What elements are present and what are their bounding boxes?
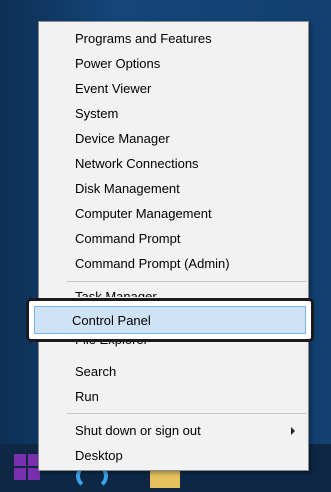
menu-separator	[67, 413, 307, 414]
menu-item-event-viewer[interactable]: Event Viewer	[75, 77, 305, 101]
menu-item-label: Shut down or sign out	[75, 423, 201, 438]
menu-item-shut-down-or-sign-out[interactable]: Shut down or sign out	[75, 419, 305, 443]
menu-item-command-prompt[interactable]: Command Prompt	[75, 227, 305, 251]
menu-item-control-panel[interactable]: Control Panel	[72, 301, 151, 339]
menu-item-system[interactable]: System	[75, 102, 305, 126]
menu-item-device-manager[interactable]: Device Manager	[75, 127, 305, 151]
menu-item-run[interactable]: Run	[75, 385, 305, 409]
menu-item-command-prompt-admin[interactable]: Command Prompt (Admin)	[75, 252, 305, 276]
menu-item-computer-management[interactable]: Computer Management	[75, 202, 305, 226]
menu-item-programs-and-features[interactable]: Programs and Features	[75, 27, 305, 51]
menu-item-network-connections[interactable]: Network Connections	[75, 152, 305, 176]
quick-link-menu: Programs and Features Power Options Even…	[38, 21, 309, 471]
menu-item-desktop[interactable]: Desktop	[75, 444, 305, 468]
start-pane	[14, 468, 26, 480]
menu-separator	[67, 281, 307, 282]
menu-item-task-manager[interactable]: Task Manager	[75, 285, 305, 297]
menu-item-power-options[interactable]: Power Options	[75, 52, 305, 76]
start-pane	[14, 454, 26, 466]
menu-item-search[interactable]: Search	[75, 360, 305, 384]
control-panel-highlight[interactable]: Control Panel	[26, 298, 314, 342]
menu-item-disk-management[interactable]: Disk Management	[75, 177, 305, 201]
chevron-right-icon	[291, 427, 295, 435]
